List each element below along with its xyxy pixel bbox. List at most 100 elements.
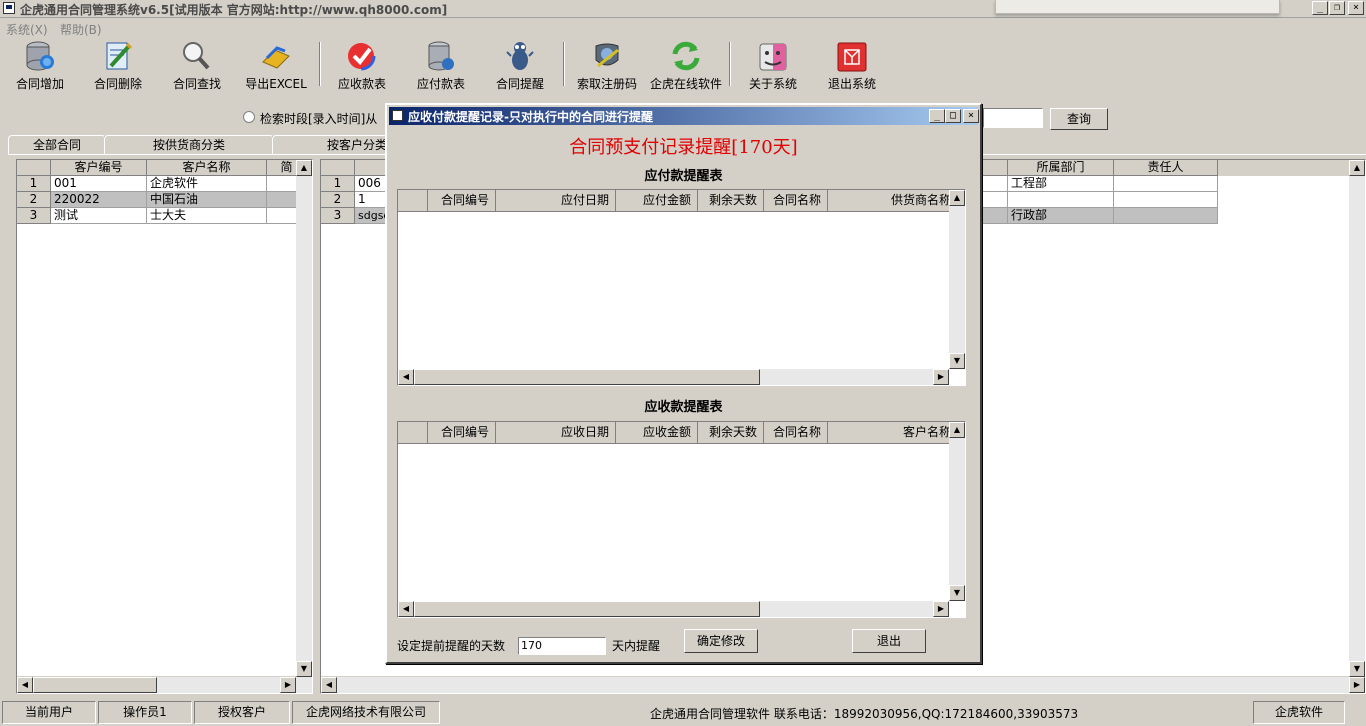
horizontal-scrollbar[interactable]: ◀ ▶ [321,677,1365,693]
scroll-up-button[interactable]: ▲ [949,422,965,438]
register-icon [590,40,624,72]
col-contract-name[interactable]: 合同名称 [764,422,828,444]
toolbar-label: 关于系统 [748,77,797,91]
exit-system-button[interactable]: 退出系统 [812,40,892,92]
scroll-down-button[interactable]: ▼ [296,661,312,677]
receivable-report-button[interactable]: 应收款表 [322,40,402,92]
dialog-exit-button[interactable]: 退出 [852,629,926,653]
scroll-right-button[interactable]: ▶ [933,601,949,617]
dialog-title: 应收付款提醒记录-只对执行中的合同进行提醒 [408,110,653,124]
status-company: 企虎网络技术有限公司 [292,701,440,724]
horizontal-scrollbar[interactable]: ◀ ▶ [17,677,312,693]
col-contract-name[interactable]: 合同名称 [764,190,828,212]
col-remaining-days[interactable]: 剩余天数 [698,190,764,212]
toolbar-separator [563,42,565,86]
scroll-up-button[interactable]: ▲ [1349,160,1365,176]
payable-report-button[interactable]: 应付款表 [401,40,481,92]
col-department[interactable]: 所属部门 [1008,160,1114,176]
background-window-edge [995,0,1280,14]
close-button[interactable]: × [1348,1,1364,15]
scroll-thumb[interactable] [414,601,760,617]
vertical-scrollbar[interactable]: ▲ ▼ [1349,160,1365,677]
toolbar-label: 合同提醒 [495,77,544,91]
scroll-thumb[interactable] [33,677,157,693]
status-authorized-customer: 授权客户 [194,701,290,724]
table-row[interactable]: 2 220022 中国石油 [17,192,297,208]
toolbar-label: 退出系统 [827,77,876,91]
menu-bar: 系统(X) 帮助(B) [0,19,1366,37]
export-icon [259,40,293,72]
menu-help[interactable]: 帮助(B) [60,21,102,38]
toolbar-label: 应付款表 [416,77,465,91]
scroll-left-button[interactable]: ◀ [17,677,33,693]
dialog-minimize-button[interactable]: _ [929,109,945,123]
reminder-days-input[interactable]: 170 [518,637,606,655]
confirm-change-button[interactable]: 确定修改 [684,629,758,653]
scroll-left-button[interactable]: ◀ [321,677,337,693]
col-customer-name[interactable]: 客户名称 [828,422,952,444]
vertical-scrollbar[interactable]: ▲ ▼ [949,190,965,369]
scroll-right-button[interactable]: ▶ [1349,677,1365,693]
col-remaining-days[interactable]: 剩余天数 [698,422,764,444]
tab-all-contracts[interactable]: 全部合同 [8,135,106,155]
vertical-scrollbar[interactable]: ▲ ▼ [949,422,965,601]
col-receivable-amount[interactable]: 应收金额 [616,422,698,444]
horizontal-scrollbar[interactable]: ◀ ▶ [398,369,949,385]
contract-search-button[interactable]: 合同查找 [157,40,237,92]
minimize-button[interactable]: _ [1312,1,1328,15]
status-contact-info: 企虎通用合同管理软件 联系电话：18992030956,QQ:172184600… [650,707,1079,721]
dialog-close-button[interactable]: × [963,109,979,123]
grid-header-corner [398,190,428,212]
reminder-days-suffix: 天内提醒 [612,639,661,653]
col-customer-id[interactable]: 客户编号 [51,160,147,176]
scroll-left-button[interactable]: ◀ [398,601,414,617]
col-contract-no[interactable]: 合同编号 [428,422,496,444]
col-contract-no[interactable]: 合同编号 [428,190,496,212]
vertical-scrollbar[interactable]: ▲ ▼ [296,160,312,677]
scroll-up-button[interactable]: ▲ [296,160,312,176]
col-receivable-date[interactable]: 应收日期 [496,422,616,444]
grid-header-corner [398,422,428,444]
online-software-button[interactable]: 企虎在线软件 [646,40,726,92]
checkmark-icon [345,40,379,72]
app-icon [3,2,15,14]
scroll-up-button[interactable]: ▲ [949,190,965,206]
col-supplier-name[interactable]: 供货商名称 [828,190,952,212]
tab-by-supplier[interactable]: 按供货商分类 [104,135,274,155]
search-period-radio[interactable] [243,111,255,123]
table-row[interactable]: 1 001 企虎软件 [17,176,297,192]
table-row[interactable]: 3 测试 士大夫 [17,208,297,224]
scroll-thumb[interactable] [414,369,760,385]
restore-button[interactable]: ❐ [1329,1,1345,15]
col-customer-name[interactable]: 客户名称 [147,160,267,176]
query-button[interactable]: 查询 [1050,108,1108,130]
dialog-app-icon [392,110,403,121]
col-payable-date[interactable]: 应付日期 [496,190,616,212]
toolbar-label: 索取注册码 [576,77,637,91]
toolbar: 合同增加 合同删除 合同查找 导出EXCEL 应收款表 应付款表 合同提醒 索取… [0,38,1366,92]
scroll-down-button[interactable]: ▼ [949,353,965,369]
contract-add-button[interactable]: 合同增加 [0,40,80,92]
payable-grid: 合同编号 应付日期 应付金额 剩余天数 合同名称 供货商名称 ▲ ▼ ◀ ▶ [397,189,966,386]
database-add-icon [23,40,57,72]
scroll-down-button[interactable]: ▼ [949,585,965,601]
search-end-date-input[interactable] [983,108,1043,128]
scroll-right-button[interactable]: ▶ [280,677,296,693]
status-current-user: 当前用户 [2,701,96,724]
horizontal-scrollbar[interactable]: ◀ ▶ [398,601,949,617]
col-responsible[interactable]: 责任人 [1114,160,1218,176]
col-payable-amount[interactable]: 应付金额 [616,190,698,212]
get-register-code-button[interactable]: 索取注册码 [567,40,647,92]
export-excel-button[interactable]: 导出EXCEL [236,40,316,92]
scroll-left-button[interactable]: ◀ [398,369,414,385]
dialog-maximize-button[interactable]: □ [945,109,961,123]
bug-reminder-icon [503,40,537,72]
contract-reminder-button[interactable]: 合同提醒 [480,40,560,92]
contract-delete-button[interactable]: 合同删除 [78,40,158,92]
scroll-down-button[interactable]: ▼ [1349,661,1365,677]
about-system-button[interactable]: 关于系统 [733,40,813,92]
scroll-right-button[interactable]: ▶ [933,369,949,385]
toolbar-label: 导出EXCEL [245,77,307,91]
toolbar-separator [729,42,731,86]
menu-system[interactable]: 系统(X) [6,21,48,38]
